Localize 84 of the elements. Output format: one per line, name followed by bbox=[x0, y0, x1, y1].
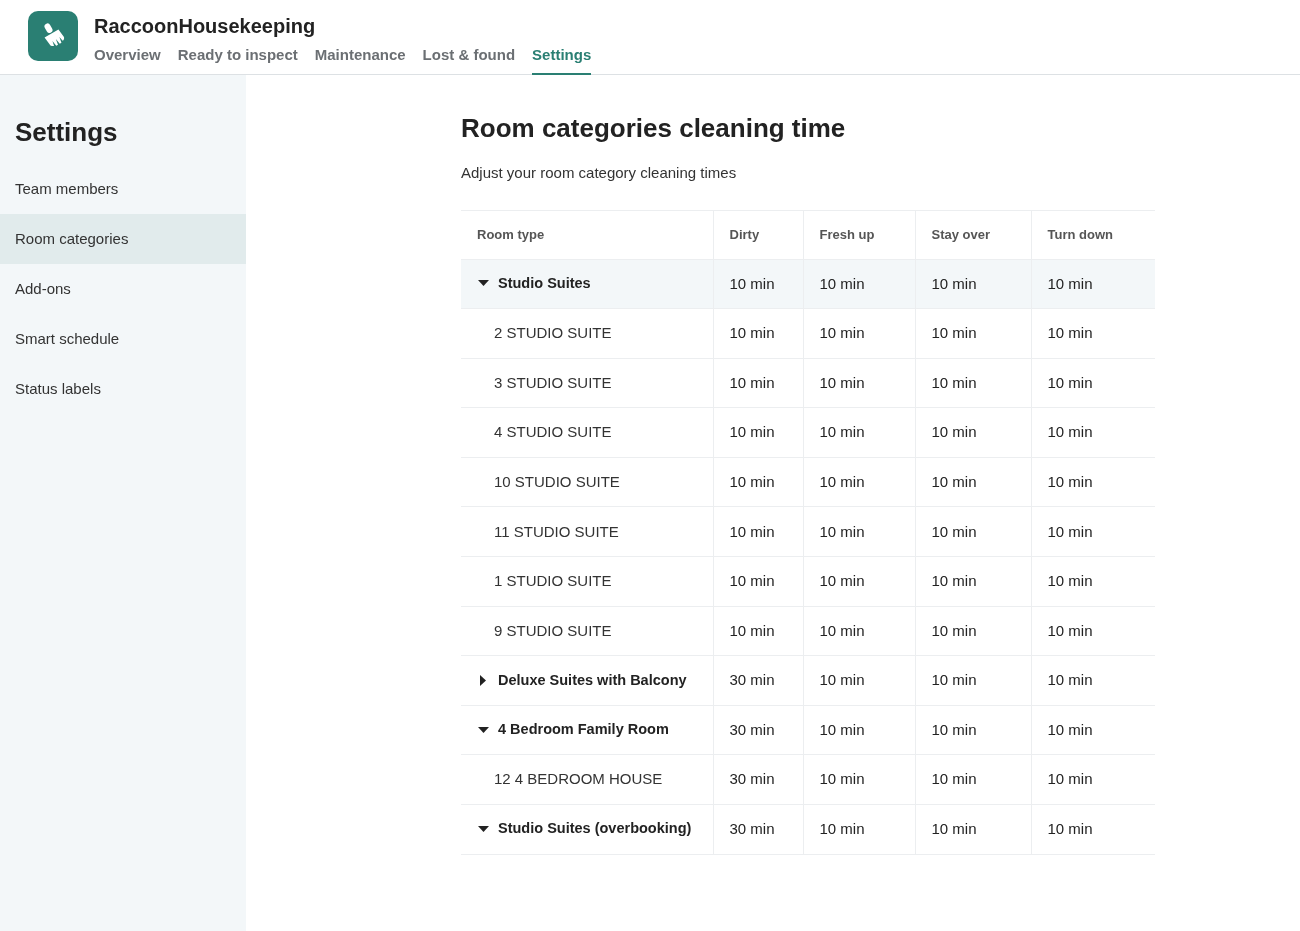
column-header: Stay over bbox=[915, 210, 1031, 259]
time-cell: 10 min bbox=[915, 358, 1031, 408]
nav-tab[interactable]: Settings bbox=[532, 44, 592, 75]
time-cell: 10 min bbox=[803, 259, 915, 309]
time-cell: 10 min bbox=[1031, 407, 1155, 458]
category-name: Deluxe Suites with Balcony bbox=[498, 670, 687, 690]
time-cell: 10 min bbox=[1031, 556, 1155, 607]
nav-tab[interactable]: Lost & found bbox=[422, 44, 516, 75]
time-cell: 10 min bbox=[915, 407, 1031, 458]
time-cell: 10 min bbox=[713, 308, 803, 359]
time-cell: 10 min bbox=[1031, 705, 1155, 755]
category-row-cell[interactable]: Deluxe Suites with Balcony bbox=[461, 655, 713, 706]
sidebar-item[interactable]: Add-ons bbox=[0, 264, 246, 314]
room-name: 2 STUDIO SUITE bbox=[493, 323, 612, 344]
time-cell: 10 min bbox=[803, 407, 915, 458]
time-cell: 10 min bbox=[1031, 754, 1155, 805]
sidebar-item[interactable]: Room categories bbox=[0, 214, 246, 264]
time-cell: 10 min bbox=[1031, 804, 1155, 855]
time-cell: 10 min bbox=[803, 556, 915, 607]
time-cell: 30 min bbox=[713, 754, 803, 805]
sidebar-item[interactable]: Smart schedule bbox=[0, 314, 246, 364]
time-cell: 10 min bbox=[803, 457, 915, 507]
time-cell: 10 min bbox=[915, 606, 1031, 656]
category-name: Studio Suites bbox=[498, 273, 591, 293]
time-cell: 10 min bbox=[915, 457, 1031, 507]
time-cell: 10 min bbox=[1031, 457, 1155, 507]
room-name: 10 STUDIO SUITE bbox=[493, 471, 620, 492]
time-cell: 30 min bbox=[713, 804, 803, 855]
time-cell: 10 min bbox=[915, 556, 1031, 607]
time-cell: 10 min bbox=[803, 308, 915, 359]
time-cell: 10 min bbox=[713, 259, 803, 309]
category-row-cell[interactable]: Studio Suites (overbooking) bbox=[461, 804, 713, 855]
time-cell: 10 min bbox=[803, 606, 915, 656]
nav-tab[interactable]: Maintenance bbox=[314, 44, 406, 75]
time-cell: 10 min bbox=[803, 506, 915, 557]
time-cell: 10 min bbox=[915, 506, 1031, 557]
room-name: 4 STUDIO SUITE bbox=[493, 422, 612, 443]
time-cell: 10 min bbox=[915, 655, 1031, 706]
time-cell: 30 min bbox=[713, 655, 803, 706]
nav-tab[interactable]: Ready to inspect bbox=[177, 44, 298, 75]
time-cell: 10 min bbox=[915, 308, 1031, 359]
sidebar-item[interactable]: Team members bbox=[0, 164, 246, 214]
sidebar-item[interactable]: Status labels bbox=[0, 364, 246, 414]
time-cell: 10 min bbox=[915, 754, 1031, 805]
time-cell: 10 min bbox=[915, 705, 1031, 755]
time-cell: 10 min bbox=[1031, 358, 1155, 408]
room-name: 3 STUDIO SUITE bbox=[493, 372, 612, 393]
time-cell: 10 min bbox=[713, 506, 803, 557]
time-cell: 10 min bbox=[915, 259, 1031, 309]
time-cell: 10 min bbox=[803, 804, 915, 855]
app-title: RaccoonHousekeeping bbox=[94, 14, 317, 39]
category-row-cell[interactable]: 4 Bedroom Family Room bbox=[461, 705, 713, 755]
nav-tab[interactable]: Overview bbox=[94, 44, 161, 75]
room-name: 1 STUDIO SUITE bbox=[493, 571, 612, 592]
time-cell: 10 min bbox=[1031, 308, 1155, 359]
room-name: 11 STUDIO SUITE bbox=[493, 521, 619, 542]
time-cell: 10 min bbox=[1031, 259, 1155, 309]
sidebar-title: Settings bbox=[14, 116, 119, 149]
time-cell: 10 min bbox=[713, 556, 803, 607]
time-cell: 10 min bbox=[803, 754, 915, 805]
column-header: Room type bbox=[461, 210, 713, 259]
column-header: Fresh up bbox=[803, 210, 915, 259]
category-name: Studio Suites (overbooking) bbox=[498, 819, 692, 839]
time-cell: 10 min bbox=[915, 804, 1031, 855]
time-cell: 10 min bbox=[803, 705, 915, 755]
column-header: Dirty bbox=[713, 210, 803, 259]
category-row-cell[interactable]: Studio Suites bbox=[461, 259, 713, 309]
time-cell: 10 min bbox=[803, 358, 915, 408]
time-cell: 10 min bbox=[1031, 655, 1155, 706]
time-cell: 10 min bbox=[713, 407, 803, 458]
column-header: Turn down bbox=[1031, 210, 1155, 259]
page-title: Room categories cleaning time bbox=[461, 112, 847, 145]
page-subtitle: Adjust your room category cleaning times bbox=[461, 163, 738, 183]
time-cell: 10 min bbox=[803, 655, 915, 706]
category-name: 4 Bedroom Family Room bbox=[498, 720, 669, 740]
time-cell: 10 min bbox=[1031, 606, 1155, 656]
time-cell: 10 min bbox=[1031, 506, 1155, 557]
room-name: 12 4 BEDROOM HOUSE bbox=[493, 769, 663, 790]
time-cell: 10 min bbox=[713, 358, 803, 408]
room-name: 9 STUDIO SUITE bbox=[493, 620, 612, 641]
time-cell: 30 min bbox=[713, 705, 803, 755]
app-logo-icon bbox=[28, 11, 78, 61]
time-cell: 10 min bbox=[713, 457, 803, 507]
time-cell: 10 min bbox=[713, 606, 803, 656]
